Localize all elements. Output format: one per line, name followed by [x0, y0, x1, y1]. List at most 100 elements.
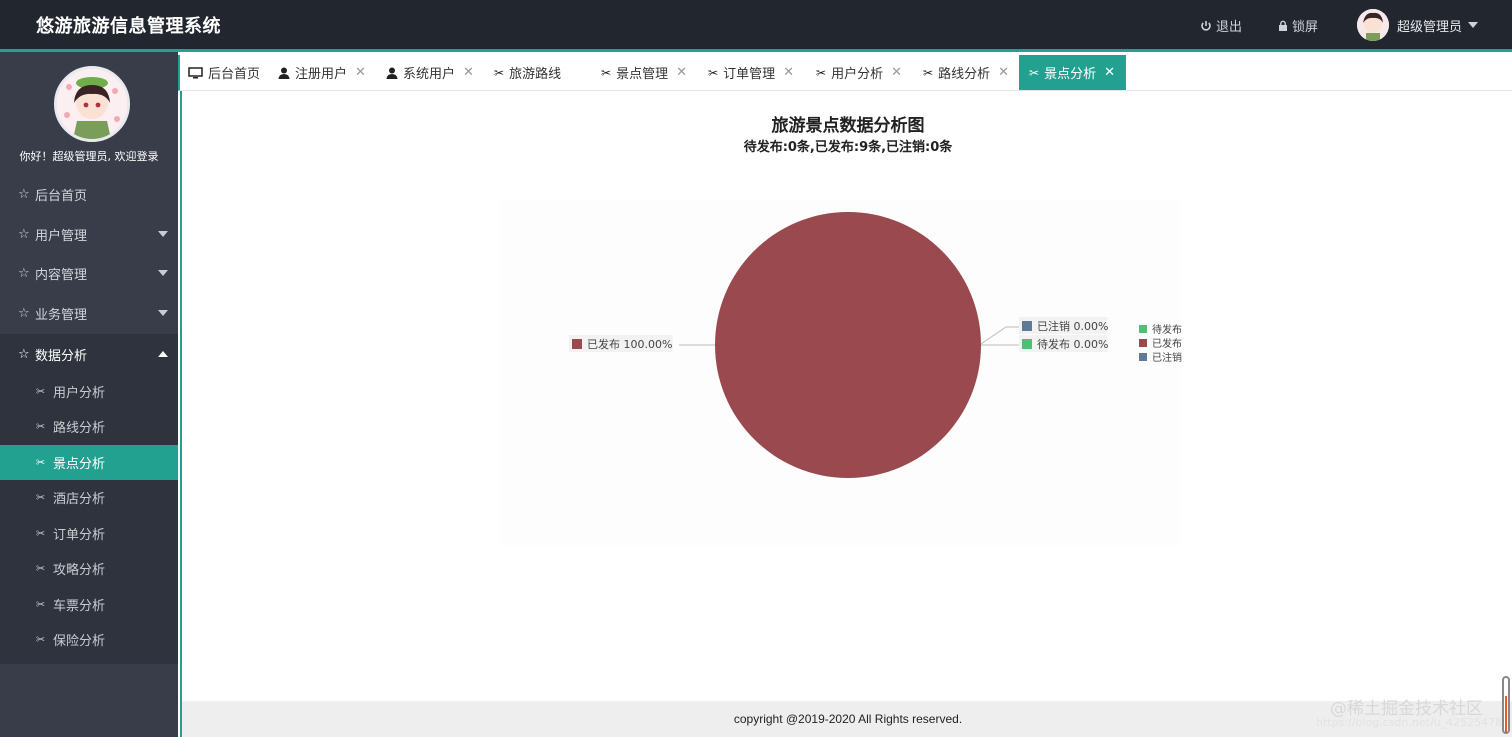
submenu-item-label: 保险分析	[53, 634, 106, 649]
scroll-handle[interactable]	[1502, 676, 1510, 734]
tab-route-analysis[interactable]: ✂ 路线分析 ✕	[923, 55, 1009, 90]
star-icon: ☆	[18, 186, 30, 202]
footer: copyright @2019-2020 All Rights reserved…	[180, 701, 1512, 737]
sidebar-item-home[interactable]: ☆ 后台首页	[0, 174, 178, 214]
sidebar-item-data-analysis[interactable]: ☆ 数据分析	[0, 334, 178, 374]
power-icon	[1201, 20, 1211, 31]
submenu-item-attraction-analysis[interactable]: ✂ 景点分析	[0, 445, 178, 480]
chevron-up-icon	[158, 351, 168, 357]
top-header: 悠游旅游信息管理系统 退出 锁屏 超级管理员	[0, 0, 1512, 52]
lock-screen-button[interactable]: 锁屏	[1278, 16, 1318, 35]
slice-label-swatch-0	[1022, 339, 1032, 349]
lock-icon	[1279, 20, 1287, 31]
sidebar-item-label: 数据分析	[35, 348, 88, 364]
submenu-item-ticket-analysis[interactable]: ✂ 车票分析	[0, 587, 178, 622]
tools-icon: ✂	[36, 420, 46, 433]
tab-attraction-management[interactable]: ✂ 景点管理 ✕	[601, 55, 687, 90]
sidebar-avatar	[54, 66, 130, 142]
tools-icon: ✂	[708, 65, 719, 80]
submenu-item-label: 酒店分析	[53, 492, 106, 507]
close-icon[interactable]: ✕	[891, 65, 902, 80]
slice-label-2: 已注销 0.00%	[1037, 319, 1108, 333]
submenu-item-hotel-analysis[interactable]: ✂ 酒店分析	[0, 480, 178, 515]
tab-label: 系统用户	[403, 67, 456, 82]
sidebar-item-label: 内容管理	[35, 267, 88, 283]
lock-screen-label: 锁屏	[1292, 20, 1319, 35]
legend-label-2: 已注销	[1152, 351, 1182, 364]
tools-icon: ✂	[36, 598, 46, 611]
slice-label-0: 待发布 0.00%	[1037, 337, 1108, 351]
copyright-text: copyright @2019-2020 All Rights reserved…	[733, 712, 963, 726]
pie-slice-1	[715, 212, 981, 478]
user-name[interactable]: 超级管理员	[1397, 16, 1462, 35]
close-icon[interactable]: ✕	[355, 65, 366, 80]
slice-label-swatch-1	[572, 339, 582, 349]
tab-registered-users[interactable]: 注册用户 ✕	[278, 55, 366, 90]
submenu-item-label: 用户分析	[53, 386, 106, 401]
sidebar-item-user-management[interactable]: ☆ 用户管理	[0, 214, 178, 254]
legend-swatch-2	[1139, 353, 1147, 361]
sidebar-item-content-management[interactable]: ☆ 内容管理	[0, 253, 178, 293]
app-title: 悠游旅游信息管理系统	[36, 16, 221, 37]
close-icon[interactable]: ✕	[1104, 65, 1115, 80]
tab-travel-routes[interactable]: ✂ 旅游路线	[494, 55, 561, 90]
watermark-url: https://blog.csdn.net/u_42525478	[1316, 716, 1503, 729]
legend-swatch-0	[1139, 325, 1147, 333]
welcome-text: 你好！超级管理员, 欢迎登录	[19, 150, 159, 163]
tools-icon: ✂	[1029, 65, 1040, 80]
close-icon[interactable]: ✕	[676, 65, 687, 80]
submenu-item-order-analysis[interactable]: ✂ 订单分析	[0, 516, 178, 551]
submenu-item-label: 攻略分析	[53, 563, 106, 578]
close-icon[interactable]: ✕	[463, 65, 474, 80]
tab-label: 景点分析	[1044, 67, 1097, 82]
tab-label: 后台首页	[208, 67, 261, 82]
tools-icon: ✂	[816, 65, 827, 80]
user-dropdown-caret-icon[interactable]	[1468, 22, 1478, 28]
logout-button[interactable]: 退出	[1200, 16, 1242, 35]
submenu-item-user-analysis[interactable]: ✂ 用户分析	[0, 374, 178, 409]
tab-label: 景点管理	[616, 67, 669, 82]
tools-icon: ✂	[923, 65, 934, 80]
tab-home[interactable]: 后台首页	[188, 55, 260, 90]
close-icon[interactable]: ✕	[783, 65, 794, 80]
logout-label: 退出	[1216, 20, 1243, 35]
submenu-item-insurance-analysis[interactable]: ✂ 保险分析	[0, 622, 178, 657]
tools-icon: ✂	[36, 633, 46, 646]
user-avatar[interactable]	[1357, 9, 1389, 41]
user-icon	[278, 67, 290, 79]
legend-label-1: 已发布	[1152, 337, 1182, 350]
tab-bar: 后台首页 注册用户 ✕ 系统用户 ✕ ✂ 旅游路线 ✂ 景点管理 ✕ ✂ 订单管…	[178, 55, 1512, 91]
submenu-item-guide-analysis[interactable]: ✂ 攻略分析	[0, 551, 178, 586]
slice-label-swatch-2	[1022, 321, 1032, 331]
chevron-down-icon	[158, 231, 168, 237]
sidebar-item-label: 业务管理	[35, 307, 88, 323]
pie-chart: 已发布 100.00% 已注销 0.00% 待发布 0.00% 待发布已发布已注销	[500, 201, 1182, 546]
star-icon: ☆	[18, 305, 30, 321]
tab-user-analysis[interactable]: ✂ 用户分析 ✕	[816, 55, 902, 90]
close-icon[interactable]: ✕	[998, 65, 1009, 80]
tools-icon: ✂	[36, 385, 46, 398]
tab-system-users[interactable]: 系统用户 ✕	[386, 55, 474, 90]
sidebar-item-business-management[interactable]: ☆ 业务管理	[0, 293, 178, 333]
tab-label: 用户分析	[831, 67, 884, 82]
tab-label: 旅游路线	[509, 67, 562, 82]
user-icon	[386, 67, 398, 79]
tab-order-management[interactable]: ✂ 订单管理 ✕	[708, 55, 794, 90]
avatar-image	[57, 69, 127, 139]
legend-label-0: 待发布	[1152, 323, 1182, 336]
tab-label: 订单管理	[723, 67, 776, 82]
tools-icon: ✂	[36, 456, 46, 469]
tools-icon: ✂	[601, 65, 612, 80]
sidebar: 你好！超级管理员, 欢迎登录 ☆ 后台首页 ☆ 用户管理 ☆ 内容管理 ☆ 业务…	[0, 52, 178, 737]
main-content: 旅游景点数据分析图 待发布:0条,已发布:9条,已注销:0条 已发布 100.0…	[180, 91, 1512, 701]
star-icon: ☆	[18, 226, 30, 242]
submenu-item-route-analysis[interactable]: ✂ 路线分析	[0, 409, 178, 444]
tab-attraction-analysis[interactable]: ✂ 景点分析 ✕	[1019, 55, 1126, 90]
chevron-down-icon	[158, 310, 168, 316]
submenu-item-label: 路线分析	[53, 421, 106, 436]
submenu-item-label: 景点分析	[53, 457, 106, 472]
legend-swatch-1	[1139, 339, 1147, 347]
star-icon: ☆	[18, 346, 30, 362]
tab-label: 路线分析	[938, 67, 991, 82]
chevron-down-icon	[158, 270, 168, 276]
